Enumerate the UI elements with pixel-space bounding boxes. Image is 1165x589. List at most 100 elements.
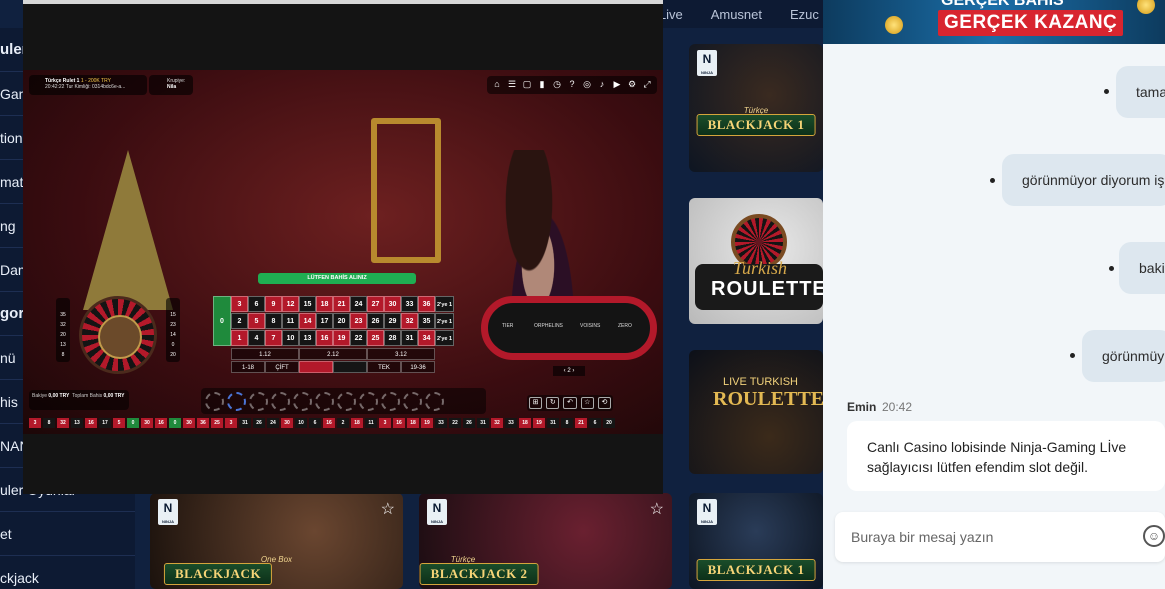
- number-cell[interactable]: 36: [418, 296, 435, 312]
- stats-icon[interactable]: ▮: [536, 78, 548, 91]
- coin-icon: [1137, 0, 1155, 14]
- dozen-bet[interactable]: 3.12: [367, 348, 435, 360]
- settings-icon[interactable]: ⚙: [626, 78, 638, 91]
- emoji-icon[interactable]: ☺: [1143, 525, 1165, 547]
- number-cell[interactable]: 8: [265, 313, 282, 329]
- game-tile-blackjack-1[interactable]: N Türkçe BLACKJACK 1: [689, 44, 823, 172]
- bullet-icon: [1070, 353, 1075, 358]
- number-cell[interactable]: 12: [282, 296, 299, 312]
- race-section[interactable]: TIER: [502, 323, 513, 329]
- repeat-icon[interactable]: ↻: [546, 397, 560, 409]
- outside-bet[interactable]: 1-18: [231, 361, 265, 373]
- race-section[interactable]: VOISINS: [580, 323, 600, 329]
- chip[interactable]: [359, 391, 378, 411]
- outside-bet[interactable]: [299, 361, 333, 373]
- language-icon[interactable]: ◎: [581, 78, 593, 91]
- number-cell[interactable]: 20: [333, 313, 350, 329]
- favorite-star-icon[interactable]: ☆: [381, 499, 395, 519]
- game-tile-turkish-roulette[interactable]: Turkish ROULETTE: [689, 198, 823, 324]
- number-cell[interactable]: 13: [299, 330, 316, 346]
- number-cell[interactable]: 4: [248, 330, 265, 346]
- outside-bet[interactable]: TEK: [367, 361, 401, 373]
- sound-icon[interactable]: ♪: [596, 78, 608, 91]
- number-cell[interactable]: 35: [418, 313, 435, 329]
- game-tile-blackjack-3[interactable]: N BLACKJACK 1: [689, 493, 823, 589]
- number-cell[interactable]: 11: [282, 313, 299, 329]
- number-cell[interactable]: 33: [401, 296, 418, 312]
- column-bet[interactable]: 2'ye 1: [435, 313, 454, 329]
- dozen-bet[interactable]: 1.12: [231, 348, 299, 360]
- number-cell[interactable]: 27: [367, 296, 384, 312]
- number-cell[interactable]: 31: [401, 330, 418, 346]
- number-cell[interactable]: 30: [384, 296, 401, 312]
- dozen-bet[interactable]: 2.12: [299, 348, 367, 360]
- number-cell[interactable]: 23: [350, 313, 367, 329]
- number-cell[interactable]: 6: [248, 296, 265, 312]
- autoplay-icon[interactable]: ⟲: [597, 397, 612, 409]
- table-info[interactable]: Türkçe Rulet 1 1 - 200K TRY 20:42:22 Tur…: [29, 75, 147, 95]
- outside-bet[interactable]: ÇİFT: [265, 361, 299, 373]
- fullscreen-icon[interactable]: ⤢: [641, 78, 653, 91]
- chip[interactable]: [293, 391, 312, 411]
- number-cell[interactable]: 7: [265, 330, 282, 346]
- nav-item-amusnet[interactable]: Amusnet: [711, 7, 762, 22]
- number-cell[interactable]: 34: [418, 330, 435, 346]
- column-bet[interactable]: 2'ye 1: [435, 330, 454, 346]
- number-cell[interactable]: 19: [333, 330, 350, 346]
- history-icon[interactable]: ◷: [551, 78, 563, 91]
- game-tile-blackjack-2[interactable]: N ☆ Türkçe BLACKJACK 2: [419, 493, 672, 589]
- chip[interactable]: [205, 391, 224, 411]
- video-icon[interactable]: ▶: [611, 78, 623, 91]
- chip[interactable]: [227, 391, 246, 411]
- number-cell[interactable]: 29: [384, 313, 401, 329]
- number-cell[interactable]: 16: [316, 330, 333, 346]
- list-icon[interactable]: ☰: [506, 78, 518, 91]
- chip[interactable]: [337, 391, 356, 411]
- race-section[interactable]: ORPHELINS: [534, 323, 563, 329]
- help-icon[interactable]: ?: [566, 78, 578, 91]
- number-cell[interactable]: 10: [282, 330, 299, 346]
- undo-icon[interactable]: ↶: [563, 397, 577, 409]
- race-section[interactable]: ZERO: [618, 323, 632, 329]
- sidebar-item-11[interactable]: et: [0, 512, 135, 556]
- favorite-star-icon[interactable]: ☆: [650, 499, 664, 519]
- promo-banner: GERÇEK BAHİS GERÇEK KAZANÇ: [823, 0, 1165, 44]
- number-cell[interactable]: 28: [384, 330, 401, 346]
- number-cell[interactable]: 24: [350, 296, 367, 312]
- number-cell[interactable]: 22: [350, 330, 367, 346]
- sidebar-item-12[interactable]: ckjack: [0, 556, 135, 589]
- number-cell[interactable]: 25: [367, 330, 384, 346]
- number-cell[interactable]: 3: [231, 296, 248, 312]
- chip[interactable]: [315, 391, 334, 411]
- message-input[interactable]: [851, 526, 1121, 548]
- outside-bet[interactable]: [333, 361, 367, 373]
- number-cell[interactable]: 26: [367, 313, 384, 329]
- chip[interactable]: [249, 391, 268, 411]
- neighbors-stepper[interactable]: ‹ 2 ›: [553, 366, 585, 376]
- chip[interactable]: [403, 391, 422, 411]
- double-icon[interactable]: ⊞: [529, 397, 543, 409]
- nav-item-ezugi[interactable]: Ezuc: [790, 7, 819, 22]
- number-cell[interactable]: 5: [248, 313, 265, 329]
- outside-bet[interactable]: 19-36: [401, 361, 435, 373]
- chip[interactable]: [271, 391, 290, 411]
- number-cell[interactable]: 17: [316, 313, 333, 329]
- racetrack[interactable]: TIER ORPHELINS VOISINS ZERO: [481, 296, 657, 360]
- game-tile-live-turkish-roulette[interactable]: LIVE TURKISH ROULETTE: [689, 350, 823, 474]
- zero-cell[interactable]: 0: [213, 296, 231, 346]
- number-cell[interactable]: 1: [231, 330, 248, 346]
- layout-icon[interactable]: ▢: [521, 78, 533, 91]
- favorite-icon[interactable]: ☆: [580, 397, 594, 409]
- number-cell[interactable]: 21: [333, 296, 350, 312]
- number-cell[interactable]: 14: [299, 313, 316, 329]
- number-cell[interactable]: 15: [299, 296, 316, 312]
- chip[interactable]: [425, 391, 444, 411]
- number-cell[interactable]: 32: [401, 313, 418, 329]
- game-tile-one-box-blackjack[interactable]: N ☆ One Box BLACKJACK: [150, 493, 403, 589]
- number-cell[interactable]: 2: [231, 313, 248, 329]
- number-cell[interactable]: 18: [316, 296, 333, 312]
- number-cell[interactable]: 9: [265, 296, 282, 312]
- home-icon[interactable]: ⌂: [491, 78, 503, 91]
- column-bet[interactable]: 2'ye 1: [435, 296, 454, 312]
- chip[interactable]: [381, 391, 400, 411]
